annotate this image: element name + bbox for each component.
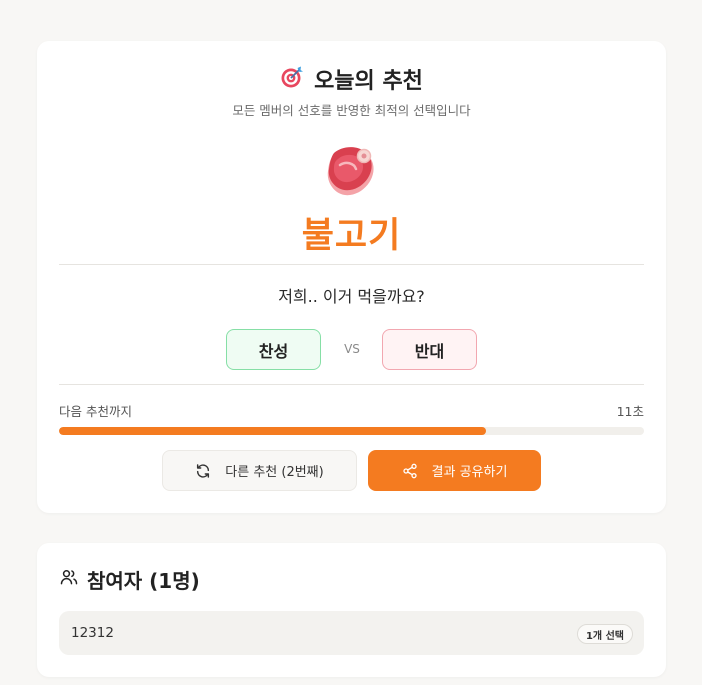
participants-card: 참여자 (1명) 12312 1개 선택 — [37, 543, 666, 677]
countdown-progress-fill — [59, 427, 487, 435]
share-icon — [402, 463, 418, 479]
food-name: 불고기 — [301, 216, 402, 256]
vs-label: VS — [344, 342, 360, 356]
vote-question: 저희.. 이거 먹을까요? — [278, 287, 425, 306]
target-icon — [280, 65, 304, 93]
participant-name: 12312 — [71, 625, 114, 641]
participants-title: 참여자 (1명) — [87, 569, 200, 593]
next-recommendation-label: 다음 추천까지 — [59, 404, 132, 419]
refresh-icon — [195, 463, 211, 479]
share-results-label: 결과 공유하기 — [431, 465, 508, 480]
disagree-button[interactable]: 반대 — [382, 329, 477, 370]
divider — [59, 264, 644, 265]
participants-header: 참여자 (1명) — [59, 565, 200, 594]
recommendation-card: 오늘의 추천 모든 멤버의 선호를 반영한 최적의 선택입니다 불고기 저희..… — [37, 41, 666, 513]
participant-row: 12312 1개 선택 — [59, 611, 644, 655]
recommendation-subtitle: 모든 멤버의 선호를 반영한 최적의 선택입니다 — [232, 103, 471, 118]
meat-icon — [322, 141, 382, 201]
countdown-progress — [59, 427, 644, 435]
other-recommendation-button[interactable]: 다른 추천 (2번째) — [162, 450, 357, 491]
countdown-timer: 11초 — [616, 404, 644, 419]
share-results-button[interactable]: 결과 공유하기 — [368, 450, 541, 491]
selection-count-badge: 1개 선택 — [576, 624, 633, 644]
users-icon — [59, 567, 79, 592]
other-recommendation-label: 다른 추천 (2번째) — [225, 465, 324, 480]
agree-button[interactable]: 찬성 — [226, 329, 321, 370]
recommendation-header: 오늘의 추천 — [37, 63, 666, 95]
divider — [59, 384, 644, 385]
recommendation-title: 오늘의 추천 — [314, 69, 423, 94]
